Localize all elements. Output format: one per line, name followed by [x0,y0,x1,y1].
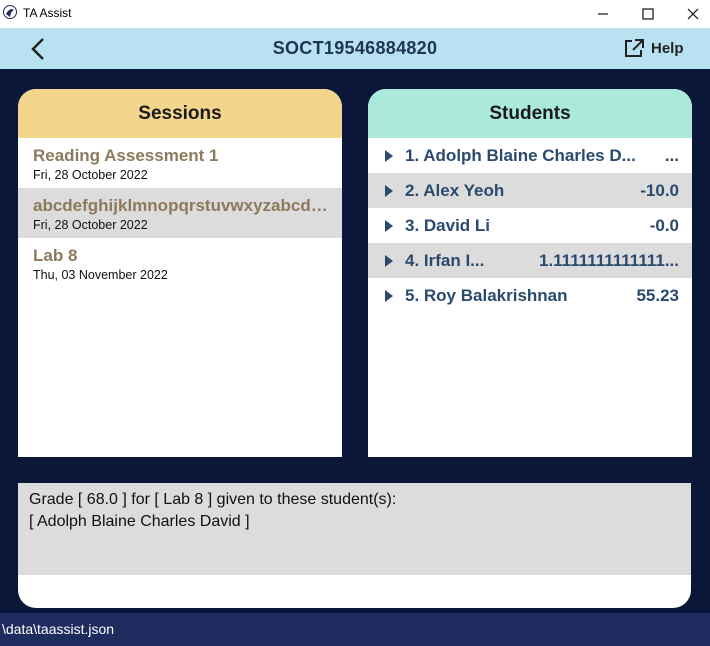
expand-arrow-icon[interactable] [385,184,393,197]
student-row[interactable]: 3. David Li -0.0 [368,208,692,243]
minimize-icon [598,13,608,15]
student-name: 1. Adolph Blaine Charles D... [405,145,636,165]
student-name: 4. Irfan I... [405,250,485,270]
session-date: Fri, 28 October 2022 [33,168,148,182]
student-row[interactable]: 1. Adolph Blaine Charles D... ... [368,138,692,173]
session-name: abcdefghijklmnopqrstuvwxyzabcde... [33,196,333,215]
external-link-icon [625,39,644,57]
session-date: Thu, 03 November 2022 [33,268,168,282]
expand-arrow-icon[interactable] [385,289,393,302]
student-name: 5. Roy Balakrishnan [405,285,568,305]
session-date: Fri, 28 October 2022 [33,218,148,232]
session-item[interactable]: Lab 8 Thu, 03 November 2022 [18,238,342,288]
students-panel: Students 1. Adolph Blaine Charles D... .… [368,89,692,457]
maximize-icon [642,8,654,20]
session-item[interactable]: Reading Assessment 1 Fri, 28 October 202… [18,138,342,188]
student-score: -0.0 [649,215,679,235]
student-name: 2. Alex Yeoh [405,180,505,200]
expand-arrow-icon[interactable] [385,219,393,232]
student-score: ... [664,145,679,165]
session-name: Lab 8 [33,246,78,265]
student-name: 3. David Li [405,215,491,235]
app-logo-icon [3,5,17,19]
command-result-text: Grade [ 68.0 ] for [ Lab 8 ] given to th… [18,483,691,575]
window-title: TA Assist [23,6,72,20]
app-header: SOCT19546884820 Help [0,28,710,69]
help-button[interactable]: Help [624,38,684,58]
student-score: 1.1111111111111... [538,250,679,270]
student-row[interactable]: 2. Alex Yeoh -10.0 [368,173,692,208]
student-row[interactable]: 5. Roy Balakrishnan 55.23 [368,278,692,313]
status-bar: \data\taassist.json [0,613,710,646]
result-line: [ Adolph Blaine Charles David ] [29,513,250,530]
main-area: Sessions Reading Assessment 1 Fri, 28 Oc… [0,69,710,613]
student-row[interactable]: 4. Irfan I... 1.1111111111111... [368,243,692,278]
data-file-path: \data\taassist.json [2,621,115,637]
sessions-list: Reading Assessment 1 Fri, 28 October 202… [18,138,342,288]
maximize-button[interactable] [625,0,671,28]
result-line: Grade [ 68.0 ] for [ Lab 8 ] given to th… [29,491,397,508]
class-code-title: SOCT19546884820 [272,38,438,58]
expand-arrow-icon[interactable] [385,149,393,162]
session-name: Reading Assessment 1 [33,146,219,165]
help-label: Help [651,39,684,57]
students-heading: Students [368,89,692,138]
student-score: -10.0 [640,180,679,200]
close-icon [687,8,699,20]
session-item[interactable]: abcdefghijklmnopqrstuvwxyzabcde... Fri, … [18,188,342,238]
close-button[interactable] [670,0,710,28]
students-list: 1. Adolph Blaine Charles D... ... 2. Ale… [368,138,692,313]
sessions-panel: Sessions Reading Assessment 1 Fri, 28 Oc… [18,89,342,457]
student-score: 55.23 [636,285,679,305]
sessions-heading: Sessions [18,89,342,138]
command-result-box[interactable]: Grade [ 68.0 ] for [ Lab 8 ] given to th… [18,483,691,608]
expand-arrow-icon[interactable] [385,254,393,267]
window-titlebar: TA Assist [0,0,710,28]
minimize-button[interactable] [580,0,626,28]
